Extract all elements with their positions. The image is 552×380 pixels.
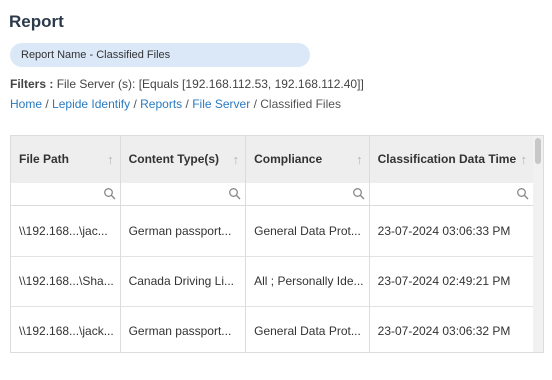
filter-cell-content-types[interactable] (121, 183, 247, 205)
scrollbar-thumb[interactable] (535, 138, 541, 164)
cell-classification-data-time: 23-07-2024 03:06:33 PM (377, 224, 511, 238)
breadcrumb: Home / Lepide Identify / Reports / File … (10, 97, 341, 111)
cell-classification-data-time: 23-07-2024 03:06:32 PM (377, 324, 511, 338)
cell-compliance: All ; Personally Ide... (246, 256, 370, 306)
cell-content-types: German passport... (121, 206, 247, 256)
page-title: Report (9, 12, 64, 31)
column-title: Content Type(s) (128, 152, 220, 166)
search-icon[interactable] (228, 187, 241, 200)
breadcrumb-file-server[interactable]: File Server (192, 97, 250, 111)
filters-summary: Filters : File Server (s): [Equals [192.… (10, 77, 364, 91)
vertical-scrollbar[interactable] (533, 136, 543, 352)
grid-header-row: File Path ↑ Content Type(s) ↑ Compliance… (11, 136, 533, 184)
sort-arrow-icon[interactable]: ↑ (233, 136, 240, 183)
breadcrumb-separator: / (133, 97, 137, 111)
filters-label: Filters : (10, 77, 54, 91)
table-row[interactable]: \\192.168...\Sha... Canada Driving Li...… (11, 256, 533, 307)
cell-content-types: Canada Driving Li... (121, 256, 247, 306)
search-icon[interactable] (516, 187, 529, 200)
report-grid: File Path ↑ Content Type(s) ↑ Compliance… (10, 135, 544, 353)
search-icon[interactable] (352, 187, 365, 200)
filters-value: File Server (s): [Equals [192.168.112.53… (56, 77, 364, 91)
grid-filter-row (11, 183, 533, 206)
cell-file-path: \\192.168...\jac... (11, 206, 121, 256)
column-header-file-path[interactable]: File Path ↑ (11, 136, 121, 183)
cell-classification-data-time: 23-07-2024 02:49:21 PM (377, 274, 511, 288)
column-title: Classification Data Time (377, 152, 517, 166)
cell-file-path: \\192.168...\jack... (11, 306, 121, 352)
cell-content-types: German passport... (121, 306, 247, 352)
sort-arrow-icon[interactable]: ↑ (521, 136, 528, 183)
filter-cell-file-path[interactable] (11, 183, 121, 205)
table-row[interactable]: \\192.168...\jac... German passport... G… (11, 206, 533, 257)
breadcrumb-current: Classified Files (260, 97, 341, 111)
cell-compliance: General Data Prot... (246, 306, 370, 352)
breadcrumb-reports[interactable]: Reports (140, 97, 182, 111)
filter-cell-classification-data-time[interactable] (370, 183, 533, 205)
breadcrumb-separator: / (185, 97, 189, 111)
cell-compliance: General Data Prot... (246, 206, 370, 256)
column-header-classification-data-time[interactable]: Classification Data Time ↑ (370, 136, 533, 183)
column-title: Compliance (254, 152, 323, 166)
breadcrumb-separator: / (45, 97, 49, 111)
breadcrumb-separator: / (253, 97, 257, 111)
cell-file-path: \\192.168...\Sha... (11, 256, 121, 306)
table-row[interactable]: \\192.168...\jack... German passport... … (11, 306, 533, 352)
breadcrumb-lepide-identify[interactable]: Lepide Identify (52, 97, 130, 111)
sort-arrow-icon[interactable]: ↑ (356, 136, 363, 183)
column-header-content-types[interactable]: Content Type(s) ↑ (121, 136, 247, 183)
column-header-compliance[interactable]: Compliance ↑ (246, 136, 370, 183)
breadcrumb-home[interactable]: Home (10, 97, 42, 111)
report-name-badge: Report Name - Classified Files (10, 43, 310, 67)
sort-arrow-icon[interactable]: ↑ (107, 136, 114, 183)
column-title: File Path (19, 152, 70, 166)
filter-cell-compliance[interactable] (246, 183, 370, 205)
search-icon[interactable] (103, 187, 116, 200)
